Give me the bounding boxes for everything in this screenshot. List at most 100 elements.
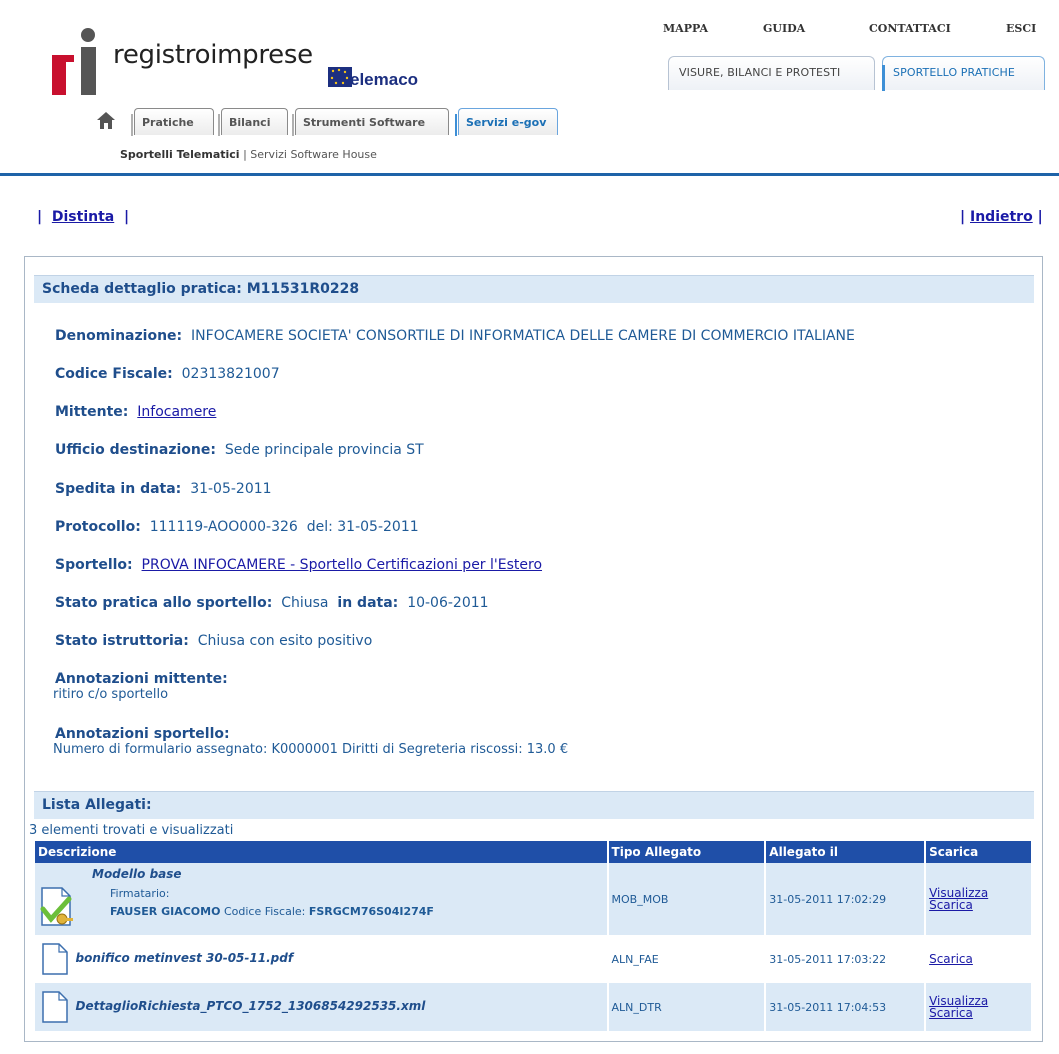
desc-cell: DettaglioRichiesta_PTCO_1752_13068542925…: [35, 983, 609, 1031]
field-ufficio: Ufficio destinazione: Sede principale pr…: [55, 442, 424, 458]
sportello-label: Sportello:: [55, 557, 133, 573]
tipo-cell: ALN_FAE: [607, 935, 767, 983]
stato-data-label: in data:: [337, 595, 399, 611]
field-annotazioni-sportello: Annotazioni sportello: Numero di formula…: [53, 726, 569, 758]
table-row: bonifico metinvest 30-05-11.pdf ALN_FAE …: [35, 935, 1033, 983]
annotazioni-mittente-value: ritiro c/o sportello: [53, 687, 169, 702]
mittente-link[interactable]: Infocamere: [137, 404, 216, 420]
allegati-title: Lista Allegati:: [34, 791, 1034, 819]
telemaco-logo-icon: [328, 67, 352, 87]
annotazioni-sportello-label: Annotazioni sportello:: [55, 726, 230, 742]
document-icon: [42, 943, 68, 975]
cf-label: Codice Fiscale:: [223, 905, 306, 918]
data-cell: 31-05-2011 17:03:22: [765, 935, 927, 983]
cf-value: FSRGCM76S04I274F: [308, 905, 434, 918]
attachment-name[interactable]: bonifico metinvest 30-05-11.pdf: [76, 951, 294, 965]
nav-bar-left: |: [37, 209, 43, 225]
scarica-cell: Scarica: [925, 935, 1033, 983]
protocollo-del-value: 31-05-2011: [337, 519, 419, 535]
attachment-name[interactable]: Modello base: [92, 867, 182, 881]
scheda-title: Scheda dettaglio pratica: M11531R0228: [34, 275, 1034, 303]
mittente-label: Mittente:: [55, 404, 129, 420]
field-protocollo: Protocollo: 111119-AOO000-326 del: 31-05…: [55, 519, 419, 535]
spedita-value: 31-05-2011: [190, 481, 272, 497]
desc-cell: bonifico metinvest 30-05-11.pdf: [35, 935, 609, 983]
subnav-sportelli-telematici[interactable]: Sportelli Telematici: [120, 148, 240, 161]
scarica-link[interactable]: Scarica: [929, 899, 1028, 911]
telemaco-text: elemaco: [350, 70, 419, 89]
desc-cell: Modello base Firmatario: FAUSER GIACOMO …: [35, 863, 609, 935]
firmatario-name: FAUSER GIACOMO: [110, 905, 221, 918]
ufficio-value: Sede principale provincia ST: [224, 442, 424, 458]
header-divider: [0, 173, 1059, 176]
data-cell: 31-05-2011 17:02:29: [765, 863, 927, 935]
protocollo-del-label: del:: [306, 519, 333, 535]
annotazioni-mittente-label: Annotazioni mittente:: [55, 671, 228, 687]
col-allegato-il: Allegato il: [765, 841, 927, 863]
tab-sportello-pratiche[interactable]: SPORTELLO PRATICHE: [882, 56, 1045, 91]
annotazioni-sportello-value: Numero di formulario assegnato: K0000001…: [53, 742, 569, 757]
tipo-cell: MOB_MOB: [607, 863, 767, 935]
codice-fiscale-value: 02313821007: [181, 366, 280, 382]
subnav-separator: |: [239, 148, 251, 161]
scarica-link[interactable]: Scarica: [929, 1007, 1028, 1019]
istruttoria-label: Stato istruttoria:: [55, 633, 189, 649]
signed-document-icon: [40, 887, 73, 926]
nav-right: | Indietro |: [960, 209, 1043, 225]
stato-label: Stato pratica allo sportello:: [55, 595, 273, 611]
firmatario-line: FAUSER GIACOMO Codice Fiscale: FSRGCM76S…: [110, 905, 434, 918]
spedita-label: Spedita in data:: [55, 481, 182, 497]
scarica-link[interactable]: Scarica: [929, 953, 1028, 965]
field-annotazioni-mittente: Annotazioni mittente: ritiro c/o sportel…: [53, 671, 228, 703]
nav-bar-right: |: [960, 209, 966, 225]
col-descrizione: Descrizione: [35, 841, 609, 863]
scarica-cell: Visualizza Scarica: [925, 863, 1033, 935]
istruttoria-value: Chiusa con esito positivo: [197, 633, 373, 649]
stato-value: Chiusa: [281, 595, 329, 611]
top-link-mappa[interactable]: MAPPA: [663, 22, 708, 35]
registroimprese-logo-icon: [52, 28, 96, 95]
tab-pratiche[interactable]: Pratiche: [131, 108, 214, 136]
codice-fiscale-label: Codice Fiscale:: [55, 366, 173, 382]
top-link-esci[interactable]: ESCI: [1006, 22, 1036, 35]
denominazione-value: INFOCAMERE SOCIETA' CONSORTILE DI INFORM…: [191, 328, 855, 344]
table-header-row: Descrizione Tipo Allegato Allegato il Sc…: [35, 841, 1033, 863]
home-icon[interactable]: [97, 112, 115, 129]
scarica-cell: Visualizza Scarica: [925, 983, 1033, 1031]
document-icon: [42, 991, 68, 1023]
field-denominazione: Denominazione: INFOCAMERE SOCIETA' CONSO…: [55, 328, 855, 344]
table-row: Modello base Firmatario: FAUSER GIACOMO …: [35, 863, 1033, 935]
attachment-name[interactable]: DettaglioRichiesta_PTCO_1752_13068542925…: [76, 999, 426, 1013]
distinta-link[interactable]: Distinta: [52, 209, 114, 225]
table-row: DettaglioRichiesta_PTCO_1752_13068542925…: [35, 983, 1033, 1031]
top-link-guida[interactable]: GUIDA: [763, 22, 805, 35]
tab-bilanci[interactable]: Bilanci: [218, 108, 288, 136]
field-istruttoria: Stato istruttoria: Chiusa con esito posi…: [55, 633, 372, 649]
col-scarica: Scarica: [925, 841, 1033, 863]
ufficio-label: Ufficio destinazione:: [55, 442, 216, 458]
tipo-cell: ALN_DTR: [607, 983, 767, 1031]
field-sportello: Sportello: PROVA INFOCAMERE - Sportello …: [55, 557, 542, 573]
field-mittente: Mittente: Infocamere: [55, 404, 216, 420]
sportello-link[interactable]: PROVA INFOCAMERE - Sportello Certificazi…: [142, 557, 542, 573]
logo-text: registroimprese: [113, 40, 313, 70]
col-tipo-allegato: Tipo Allegato: [607, 841, 767, 863]
result-count: 3 elementi trovati e visualizzati: [29, 823, 234, 838]
tab-strumenti-software[interactable]: Strumenti Software: [292, 108, 449, 136]
stato-data-value: 10-06-2011: [407, 595, 489, 611]
subnav-servizi-software-house[interactable]: Servizi Software House: [250, 148, 377, 161]
field-stato: Stato pratica allo sportello: Chiusa in …: [55, 595, 489, 611]
tab-visure-bilanci-protesti[interactable]: VISURE, BILANCI E PROTESTI: [668, 56, 875, 90]
top-link-contattaci[interactable]: CONTATTACI: [869, 22, 951, 35]
indietro-link[interactable]: Indietro: [970, 209, 1033, 225]
nav-bar-left-end: |: [123, 209, 130, 225]
nav-left: | Distinta |: [37, 209, 129, 225]
detail-panel: Scheda dettaglio pratica: M11531R0228 De…: [24, 256, 1043, 1042]
subnav: Sportelli Telematici | Servizi Software …: [120, 148, 377, 161]
denominazione-label: Denominazione:: [55, 328, 183, 344]
firmatario-label: Firmatario:: [110, 887, 170, 900]
protocollo-value: 111119-AOO000-326: [149, 519, 298, 535]
field-spedita: Spedita in data: 31-05-2011: [55, 481, 272, 497]
tab-servizi-egov[interactable]: Servizi e-gov: [455, 108, 558, 136]
nav-bar-right-end: |: [1037, 209, 1043, 225]
